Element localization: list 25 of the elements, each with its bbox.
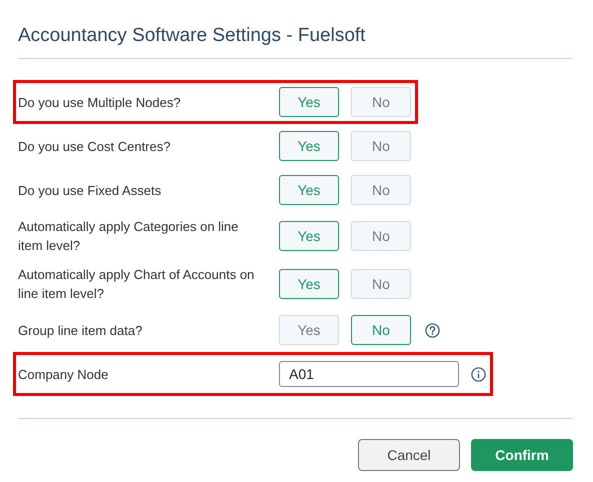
setting-label: Automatically apply Chart of Accounts on line item level? <box>18 266 256 303</box>
dialog-title: Accountancy Software Settings - Fuelsoft <box>18 24 366 48</box>
option-button[interactable]: Yes <box>279 175 339 205</box>
option-button[interactable]: No <box>351 315 411 345</box>
option-button[interactable]: No <box>351 175 411 205</box>
help-icon[interactable] <box>425 322 440 338</box>
option-button[interactable]: No <box>351 87 411 117</box>
option-button[interactable]: Yes <box>279 221 339 251</box>
setting-label: Company Node <box>18 366 110 384</box>
setting-label: Do you use Fixed Assets <box>18 182 162 200</box>
setting-label: Automatically apply Categories on line item level? <box>18 218 240 255</box>
option-button[interactable]: No <box>351 269 411 299</box>
confirm-button[interactable]: Confirm <box>471 439 573 471</box>
setting-label: Do you use Multiple Nodes? <box>18 94 182 112</box>
input-field[interactable]: A01 <box>279 361 459 387</box>
option-button[interactable]: Yes <box>279 87 339 117</box>
setting-label: Do you use Cost Centres? <box>18 138 172 156</box>
option-button[interactable]: No <box>351 221 411 251</box>
setting-label: Group line item data? <box>18 322 144 340</box>
cancel-button[interactable]: Cancel <box>358 439 460 471</box>
info-icon[interactable] <box>471 366 486 382</box>
option-button[interactable]: Yes <box>279 315 339 345</box>
option-button[interactable]: Yes <box>279 269 339 299</box>
option-button[interactable]: No <box>351 131 411 161</box>
option-button[interactable]: Yes <box>279 131 339 161</box>
